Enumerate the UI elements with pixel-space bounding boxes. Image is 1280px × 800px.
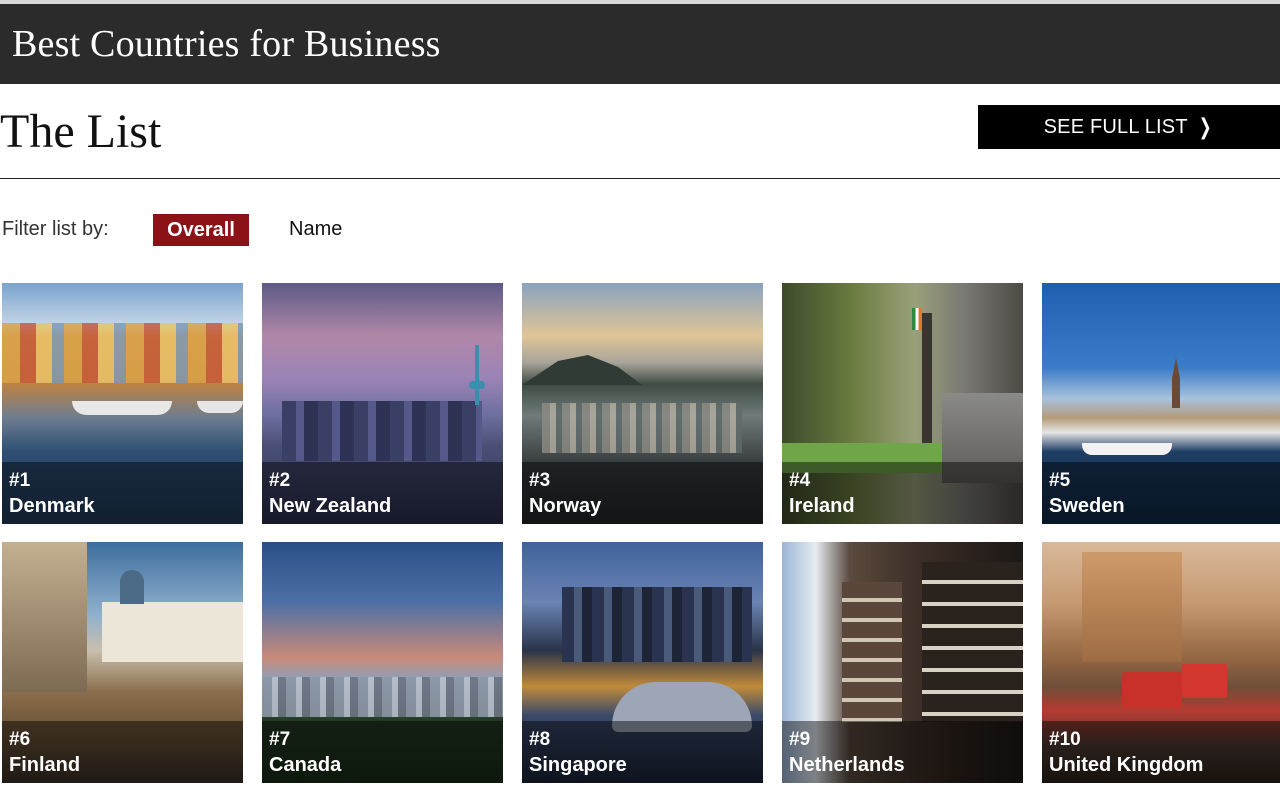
tile-country-name: Ireland [789,495,855,517]
country-tile-canada[interactable]: #7 Canada [262,542,503,783]
tile-country-name: Denmark [9,495,95,517]
country-tile-singapore[interactable]: #8 Singapore [522,542,763,783]
tile-caption: #4 Ireland [782,462,1023,524]
country-tile-ireland[interactable]: #4 Ireland [782,283,1023,524]
tile-country-name: New Zealand [269,495,392,517]
tile-country-name: Finland [9,754,81,776]
tile-caption: #5 Sweden [1042,462,1280,524]
tile-rank: #1 [9,470,31,491]
tile-rank: #4 [789,470,811,491]
tile-rank: #10 [1049,729,1081,750]
filter-name-button[interactable]: Name [289,218,342,241]
tile-caption: #6 Finland [2,721,243,783]
tile-rank: #9 [789,729,811,750]
page-title: The List [0,105,162,158]
filter-overall-button[interactable]: Overall [153,214,249,246]
country-tile-norway[interactable]: #3 Norway [522,283,763,524]
tile-caption: #2 New Zealand [262,462,503,524]
tile-rank: #8 [529,729,551,750]
site-header: Best Countries for Business [0,4,1280,84]
tile-caption: #7 Canada [262,721,503,783]
tile-country-name: Norway [529,495,602,517]
tile-caption: #9 Netherlands [782,721,1023,783]
country-tile-united-kingdom[interactable]: #10 United Kingdom [1042,542,1280,783]
chevron-right-icon: ❯ [1198,114,1212,139]
filter-label: Filter list by: [2,218,109,240]
divider [0,178,1280,179]
tile-caption: #8 Singapore [522,721,763,783]
tile-rank: #6 [9,729,31,750]
country-tile-netherlands[interactable]: #9 Netherlands [782,542,1023,783]
country-tile-sweden[interactable]: #5 Sweden [1042,283,1280,524]
country-tile-finland[interactable]: #6 Finland [2,542,243,783]
tile-country-name: United Kingdom [1049,754,1204,776]
tile-rank: #7 [269,729,291,750]
tile-caption: #10 United Kingdom [1042,721,1280,783]
tile-caption: #3 Norway [522,462,763,524]
tile-rank: #5 [1049,470,1071,491]
see-full-list-label: SEE FULL LIST [1043,115,1188,138]
tile-country-name: Canada [269,754,342,776]
see-full-list-button[interactable]: SEE FULL LIST ❯ [978,105,1280,149]
tile-rank: #3 [529,470,551,491]
tile-country-name: Netherlands [789,754,905,776]
site-title[interactable]: Best Countries for Business [12,22,441,66]
tile-country-name: Singapore [529,754,627,776]
tile-country-name: Sweden [1049,495,1125,517]
tile-rank: #2 [269,470,291,491]
country-tile-denmark[interactable]: #1 Denmark [2,283,243,524]
tile-caption: #1 Denmark [2,462,243,524]
country-tile-new-zealand[interactable]: #2 New Zealand [262,283,503,524]
